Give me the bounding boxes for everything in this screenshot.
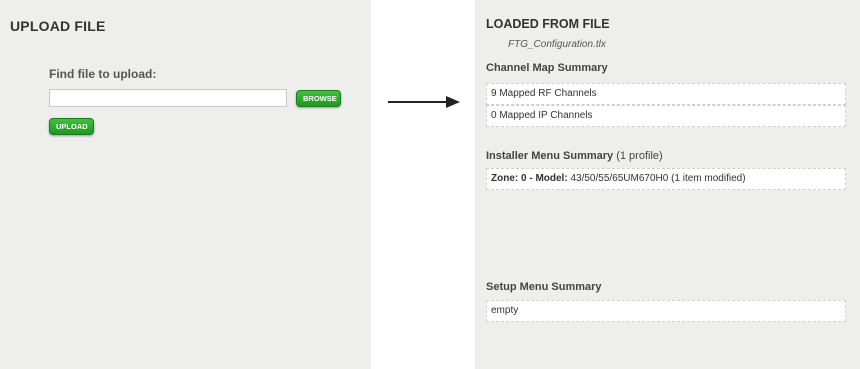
upload-panel: UPLOAD FILE Find file to upload: BROWSE … [0,0,371,369]
browse-button[interactable]: BROWSE [296,90,341,107]
setup-menu-heading: Setup Menu Summary [486,281,602,293]
channel-map-rf-row: 9 Mapped RF Channels [486,83,846,105]
page-root: UPLOAD FILE Find file to upload: BROWSE … [0,0,860,369]
zone-label: Zone: 0 - Model: [491,173,568,184]
channel-map-heading: Channel Map Summary [486,62,608,74]
installer-zone-row: Zone: 0 - Model: 43/50/55/65UM670H0 (1 i… [486,168,846,190]
loaded-panel: LOADED FROM FILE FTG_Configuration.tlx C… [475,0,860,369]
loaded-title: LOADED FROM FILE [486,17,610,31]
find-file-label: Find file to upload: [49,67,157,81]
file-path-input[interactable] [49,89,287,107]
zone-detail: 43/50/55/65UM670H0 (1 item modified) [570,173,746,184]
upload-button[interactable]: UPLOAD [49,118,94,135]
loaded-file-name: FTG_Configuration.tlx [508,39,606,50]
arrow-right-icon [388,96,460,108]
upload-title: UPLOAD FILE [10,18,106,34]
installer-menu-heading-label: Installer Menu Summary [486,150,614,162]
channel-map-ip-row: 0 Mapped IP Channels [486,105,846,127]
setup-menu-value: empty [486,300,846,322]
installer-menu-heading: Installer Menu Summary (1 profile) [486,150,663,162]
installer-profile-count: (1 profile) [616,150,663,162]
